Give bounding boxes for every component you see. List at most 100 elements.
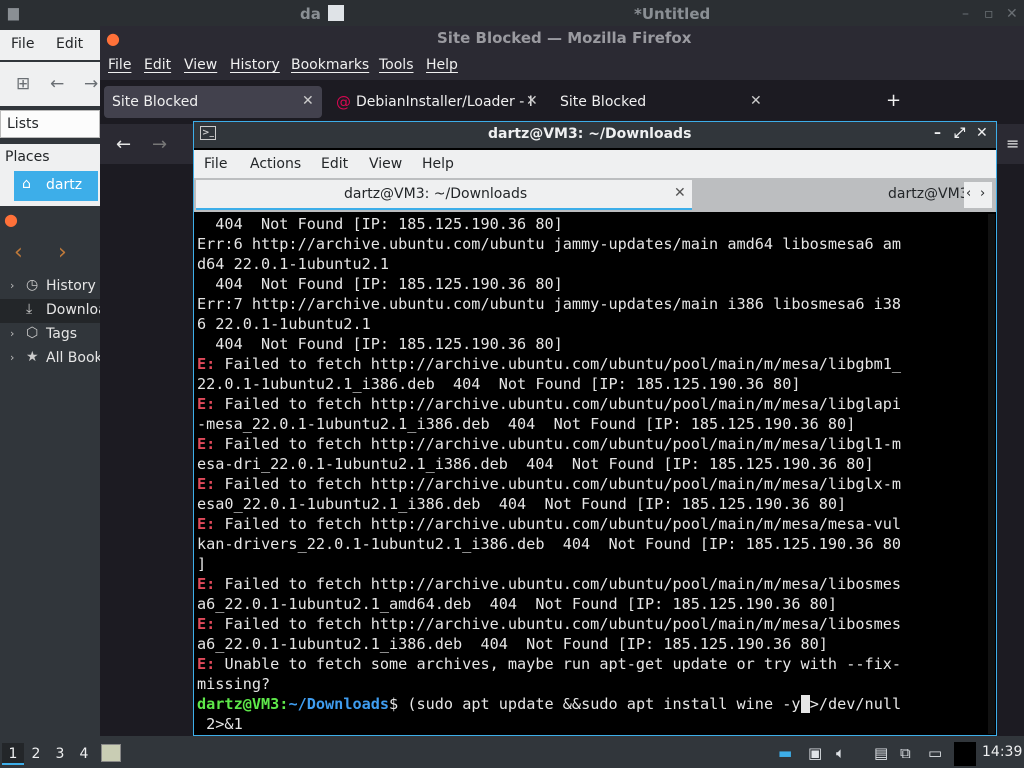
terminal-line: 404 Not Found [IP: 185.125.190.36 80] <box>197 215 563 233</box>
prompt-user: dartz@VM3 <box>197 695 280 713</box>
taskbar-panel: 1 2 3 4 ▬ ▣ 🔈︎ ▤ ⧉ ▭ 14:39 <box>0 740 1024 768</box>
terminal-tab-2[interactable]: dartz@VM3 <box>694 180 969 210</box>
ff-menu-file[interactable]: File <box>108 57 131 73</box>
library-back-icon[interactable]: ‹ <box>14 240 23 265</box>
notes-icon[interactable]: ▤ <box>874 744 888 762</box>
tab-close-icon[interactable]: ✕ <box>302 93 314 109</box>
library-forward-icon[interactable]: › <box>58 240 67 265</box>
fm-menu-file[interactable]: File <box>11 36 34 52</box>
terminal-app-icon: >_ <box>200 126 216 140</box>
tree-item-downloads[interactable]: ⤓ Downloa <box>0 299 107 323</box>
tab-close-icon[interactable]: ✕ <box>674 185 686 201</box>
error-prefix: E: <box>197 515 216 533</box>
home-folder-icon: ⌂ <box>22 176 31 192</box>
tree-item-label: History <box>46 278 96 294</box>
terminal-tab-1[interactable]: dartz@VM3: ~/Downloads ✕ <box>196 180 692 210</box>
term-menu-edit[interactable]: Edit <box>321 156 348 172</box>
tree-item-tags[interactable]: › ⬡ Tags <box>0 323 100 347</box>
expand-icon[interactable]: › <box>10 351 14 364</box>
tab-close-icon[interactable]: ✕ <box>750 93 762 109</box>
window-list-icon[interactable]: ▬ <box>778 744 792 762</box>
ff-menu-tools[interactable]: Tools <box>379 57 414 73</box>
clock[interactable]: 14:39 <box>982 744 1022 760</box>
forward-arrow-icon[interactable]: → <box>152 134 167 155</box>
terminal-line: a6_22.0.1-1ubuntu2.1_i386.deb 404 Not Fo… <box>197 635 828 653</box>
chevron-left-icon[interactable]: ‹ <box>966 186 971 201</box>
close-icon[interactable]: ✕ <box>976 125 988 141</box>
workspace-1[interactable]: 1 <box>2 743 24 765</box>
terminal-line: E: Unable to fetch some archives, maybe … <box>197 655 902 673</box>
tree-item-history[interactable]: › ◷ History <box>0 275 100 299</box>
minimize-icon[interactable]: – <box>934 125 941 141</box>
network-icon[interactable]: ⧉ <box>900 744 911 762</box>
forward-arrow-icon[interactable]: → <box>84 74 98 94</box>
error-prefix: E: <box>197 575 216 593</box>
cpu-monitor-icon[interactable] <box>954 742 976 766</box>
clipboard-icon[interactable]: ▣ <box>808 744 822 762</box>
close-icon[interactable]: ✕ <box>1006 6 1018 22</box>
firefox-title-bar[interactable]: ● Site Blocked — Mozilla Firefox <box>100 26 1024 52</box>
maximize-icon[interactable]: ▫ <box>984 6 994 22</box>
ff-tab-debian-installer[interactable]: @ DebianInstaller/Loader - I ✕ <box>332 86 542 118</box>
term-menu-file[interactable]: File <box>204 156 227 172</box>
ff-menu-view[interactable]: View <box>184 57 217 73</box>
tab-label: dartz@VM3: ~/Downloads <box>344 186 528 202</box>
terminal-scrollbar[interactable] <box>988 214 995 734</box>
terminal-line: 404 Not Found [IP: 185.125.190.36 80] <box>197 275 563 293</box>
volume-icon[interactable]: 🔈︎ <box>836 744 845 762</box>
terminal-line: E: Failed to fetch http://archive.ubuntu… <box>197 475 902 493</box>
places-item-dartz[interactable]: ⌂ dartz <box>14 171 98 201</box>
ff-menu-help[interactable]: Help <box>426 57 458 73</box>
terminal-line: d64 22.0.1-1ubuntu2.1 <box>197 255 390 273</box>
library-tree: › ◷ History ⤓ Downloa › ⬡ Tags › ★ All B… <box>0 275 107 375</box>
ff-tab-site-blocked-1[interactable]: Site Blocked ✕ <box>104 86 322 118</box>
expand-icon[interactable]: › <box>10 327 14 340</box>
term-menu-help[interactable]: Help <box>422 156 454 172</box>
background-title-left: da <box>300 5 321 23</box>
firefox-title: Site Blocked — Mozilla Firefox <box>437 29 692 47</box>
back-arrow-icon[interactable]: ← <box>116 134 131 155</box>
firefox-logo-icon: ● <box>4 210 18 229</box>
ff-menu-history[interactable]: History <box>230 57 280 73</box>
fm-menu-edit[interactable]: Edit <box>56 36 83 52</box>
terminal-line: missing? <box>197 675 271 693</box>
show-desktop-icon[interactable] <box>101 744 121 762</box>
view-mode-select[interactable]: Lists <box>0 110 100 138</box>
tree-item-all-bookmarks[interactable]: › ★ All Book <box>0 347 103 371</box>
chevron-right-icon[interactable]: › <box>980 186 985 201</box>
new-tab-icon[interactable]: + <box>886 90 901 111</box>
maximize-icon[interactable]: ⤢ <box>954 125 965 141</box>
tree-item-label: Tags <box>46 326 77 342</box>
text-cursor[interactable] <box>800 695 810 713</box>
workspace-4[interactable]: 4 <box>73 743 95 765</box>
places-item-label: dartz <box>46 177 83 193</box>
new-tab-icon[interactable]: ⊞ <box>16 74 30 94</box>
ff-menu-bookmarks[interactable]: Bookmarks <box>291 57 369 73</box>
error-prefix: E: <box>197 395 216 413</box>
terminal-title-bar[interactable]: >_ dartz@VM3: ~/Downloads – ⤢ ✕ <box>194 122 996 148</box>
terminal-output[interactable]: 404 Not Found [IP: 185.125.190.36 80] Err… <box>197 214 987 734</box>
terminal-line: E: Failed to fetch http://archive.ubuntu… <box>197 575 902 593</box>
expand-icon[interactable]: › <box>10 279 14 292</box>
tab-label: dartz@VM3 <box>888 186 969 202</box>
tab-label: Site Blocked <box>112 94 199 110</box>
terminal-line: esa-dri_22.0.1-1ubuntu2.1_i386.deb 404 N… <box>197 455 874 473</box>
minimize-icon[interactable]: – <box>962 6 969 22</box>
tab-close-icon[interactable]: ✕ <box>526 93 538 109</box>
terminal-line: -mesa_22.0.1-1ubuntu2.1_i386.deb 404 Not… <box>197 415 856 433</box>
notification-icon[interactable]: ▭ <box>928 744 942 762</box>
hamburger-menu-icon[interactable]: ≡ <box>1006 134 1019 153</box>
places-panel: Places ⌂ dartz <box>0 144 100 206</box>
ff-tab-site-blocked-2[interactable]: Site Blocked ✕ <box>552 86 762 118</box>
workspace-3[interactable]: 3 <box>49 743 71 765</box>
error-prefix: E: <box>197 355 216 373</box>
term-menu-actions[interactable]: Actions <box>250 156 301 172</box>
terminal-tab-bar: dartz@VM3: ~/Downloads ✕ dartz@VM3 ‹ › <box>194 178 996 212</box>
term-menu-view[interactable]: View <box>369 156 402 172</box>
error-prefix: E: <box>197 655 216 673</box>
ff-menu-edit[interactable]: Edit <box>144 57 171 73</box>
back-arrow-icon[interactable]: ← <box>50 74 64 94</box>
workspace-2[interactable]: 2 <box>25 743 47 765</box>
folder-icon: ▆ <box>8 5 19 21</box>
background-title-right: *Untitled <box>634 5 711 23</box>
